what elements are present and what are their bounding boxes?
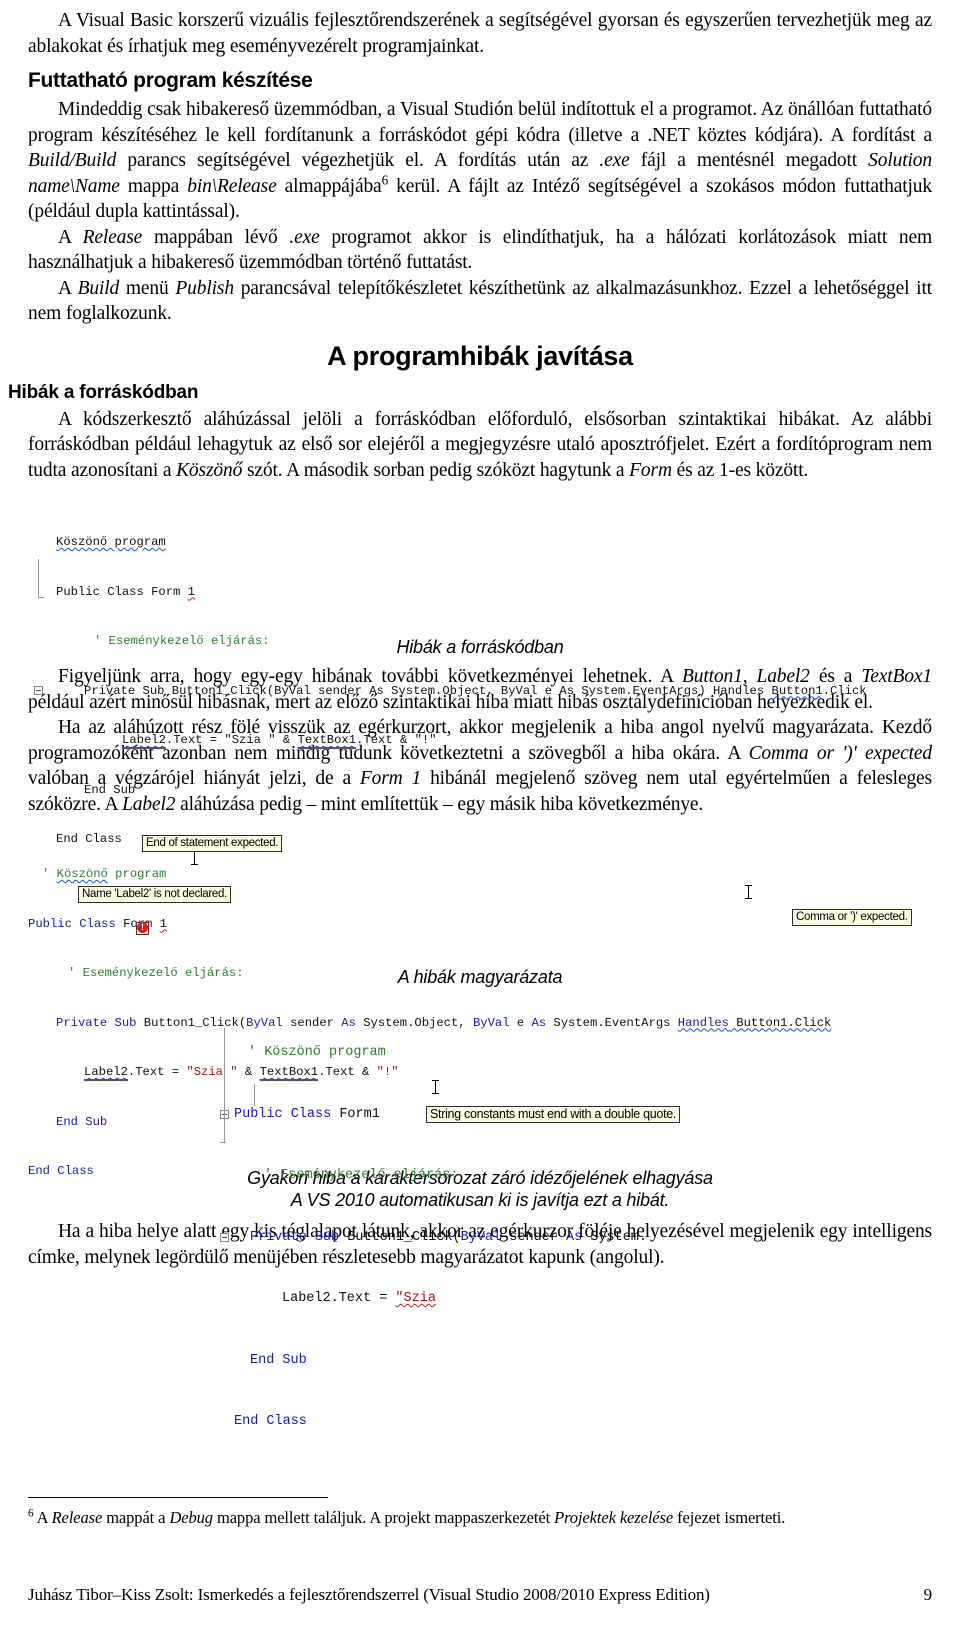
text-run: menü (119, 277, 176, 299)
code-fold-guide-foot (38, 597, 44, 598)
tooltip-comma-expected: Comma or ')' expected. (792, 909, 912, 926)
text-run: parancs segítségével végezhetjük el. A f… (116, 150, 600, 171)
code-fold-guide-foot (250, 1109, 256, 1110)
paragraph-publish: A Build menü Publish parancsával telepít… (28, 276, 932, 327)
code-line: End Class (218, 1412, 647, 1433)
emphasis-build: Build (77, 277, 120, 299)
text-run: mappában lévő (142, 226, 290, 248)
text-run: és az 1-es között. (671, 459, 809, 481)
code-fold-guide (224, 1028, 225, 1142)
tooltip-string-constant: String constants must end with a double … (426, 1106, 681, 1123)
fold-toggle-icon[interactable] (34, 685, 43, 695)
paragraph-release-exe: A Release mappában lévő .exe programot a… (28, 225, 932, 276)
tooltip-end-of-statement: End of statement expected. (142, 835, 283, 852)
text-cursor (432, 1080, 439, 1094)
emphasis-debug: Debug (169, 1508, 213, 1527)
text-run: fájl a mentésnél megadott (629, 150, 869, 171)
code-token-koszono: Köszönő program (56, 535, 166, 549)
code-line: ' Eseménykezelő eljárás: (218, 1166, 647, 1187)
emphasis-textbox1: TextBox1 (861, 666, 933, 687)
code-line: ' Eseménykezelő eljárás: (34, 633, 867, 650)
text-run: mappa mellett találjuk. A projekt mappas… (212, 1508, 555, 1527)
emphasis-exe: .exe (289, 226, 320, 248)
code-line: Label2.Text = "Szia (282, 1291, 436, 1306)
code-fold-guide (38, 559, 39, 597)
text-run: A (58, 277, 78, 299)
code-comment: ' Eseménykezelő eljárás: (68, 966, 244, 980)
tooltip-label2-not-declared: Name 'Label2' is not declared. (78, 886, 231, 903)
document-page: A Visual Basic korszerű vizuális fejlesz… (0, 0, 960, 1627)
code-text: End Class (28, 1164, 94, 1178)
code-comment: ' Eseménykezelő eljárás: (94, 634, 270, 648)
text-run: mappa (119, 175, 188, 197)
fold-toggle-icon[interactable] (220, 1232, 229, 1242)
emphasis-koszono: Köszönő (176, 459, 243, 481)
text-cursor (191, 851, 198, 865)
code-line: End Sub (34, 782, 867, 799)
emphasis-build-menu: Build/Build (28, 150, 117, 171)
page-number: 9 (923, 1585, 933, 1604)
code-line: Private Sub Button1_Click(ByVal sender A… (34, 683, 867, 700)
code-line: ' Köszönő program (42, 867, 167, 881)
text-run: almappájába (276, 175, 382, 197)
section-heading-source-errors: Hibák a forráskódban (8, 381, 199, 403)
code-line: End Sub (218, 1351, 647, 1372)
code-text: End Class (234, 1414, 307, 1429)
text-run: fejezet ismerteti. (673, 1508, 786, 1527)
code-block-3: ' Köszönő program Public Class Form1 ' E… (218, 1002, 647, 1576)
code-fold-guide-inner (254, 1084, 255, 1106)
code-comment: ' Eseménykezelő eljárás: (264, 1168, 459, 1183)
page-footer: Juhász Tibor–Kiss Zsolt: Ismerkedés a fe… (28, 1585, 932, 1605)
emphasis-release: Release (82, 226, 143, 248)
code-line: Label2.Text = "Szia " & TextBox1.Text & … (122, 733, 437, 749)
code-line: ' Eseménykezelő eljárás: (28, 965, 831, 982)
code-line: ' Köszönő program (218, 1043, 647, 1064)
text-run: A (58, 226, 83, 248)
code-line: Public Class Form 1 (56, 584, 195, 599)
code-comment: ' Köszönő program (248, 1045, 386, 1060)
code-figure-3: ' Köszönő program Public Class Form1 ' E… (28, 1002, 932, 1429)
footnote-separator (28, 1497, 328, 1498)
code-text: End Sub (250, 1352, 307, 1368)
emphasis-form: Form (629, 459, 672, 481)
paragraph-editor-underline: A kódszerkesztő aláhúzással jelöli a for… (28, 407, 932, 484)
text-run: szót. A második sorban pedig szóközt hag… (242, 459, 630, 481)
paragraph-compile: Mindeddig csak hibakereső üzemmódban, a … (28, 97, 932, 225)
code-fold-guide-foot-outer (220, 1142, 226, 1143)
emphasis-publish: Publish (175, 277, 234, 299)
page-content: A Visual Basic korszerű vizuális fejlesz… (8, 8, 933, 1429)
text-run: mappát a (102, 1508, 170, 1527)
code-text: End Sub (84, 782, 136, 797)
code-line: Köszönő program (34, 534, 867, 551)
emphasis-release: Release (51, 1508, 103, 1527)
emphasis-bin-release: bin\Release (187, 175, 277, 197)
error-badge-icon[interactable] (136, 922, 149, 935)
chapter-title: A programhibák javítása (327, 340, 633, 371)
code-line: Private Sub Button1_Click(ByVal sender A… (218, 1228, 647, 1249)
section-heading-runnable-program: Futtatható program készítése (28, 69, 313, 92)
code-figure-2: ' Köszönő program Public Class Form 1 ' … (28, 833, 932, 1178)
text-cursor (745, 885, 752, 899)
text-run: Mindeddig csak hibakereső üzemmódban, a … (28, 99, 932, 146)
footer-title: Juhász Tibor–Kiss Zsolt: Ismerkedés a fe… (28, 1585, 710, 1604)
emphasis-projektek-kezelese: Projektek kezelése (554, 1508, 674, 1527)
intro-paragraph: A Visual Basic korszerű vizuális fejlesz… (28, 10, 932, 57)
text-run: A (33, 1508, 52, 1527)
code-figure-1: Köszönő program Public Class Form 1 ' Es… (28, 501, 932, 846)
footnote-6: 6 A Release mappát a Debug mappa mellett… (28, 1508, 932, 1528)
emphasis-exe: .exe (599, 150, 630, 171)
